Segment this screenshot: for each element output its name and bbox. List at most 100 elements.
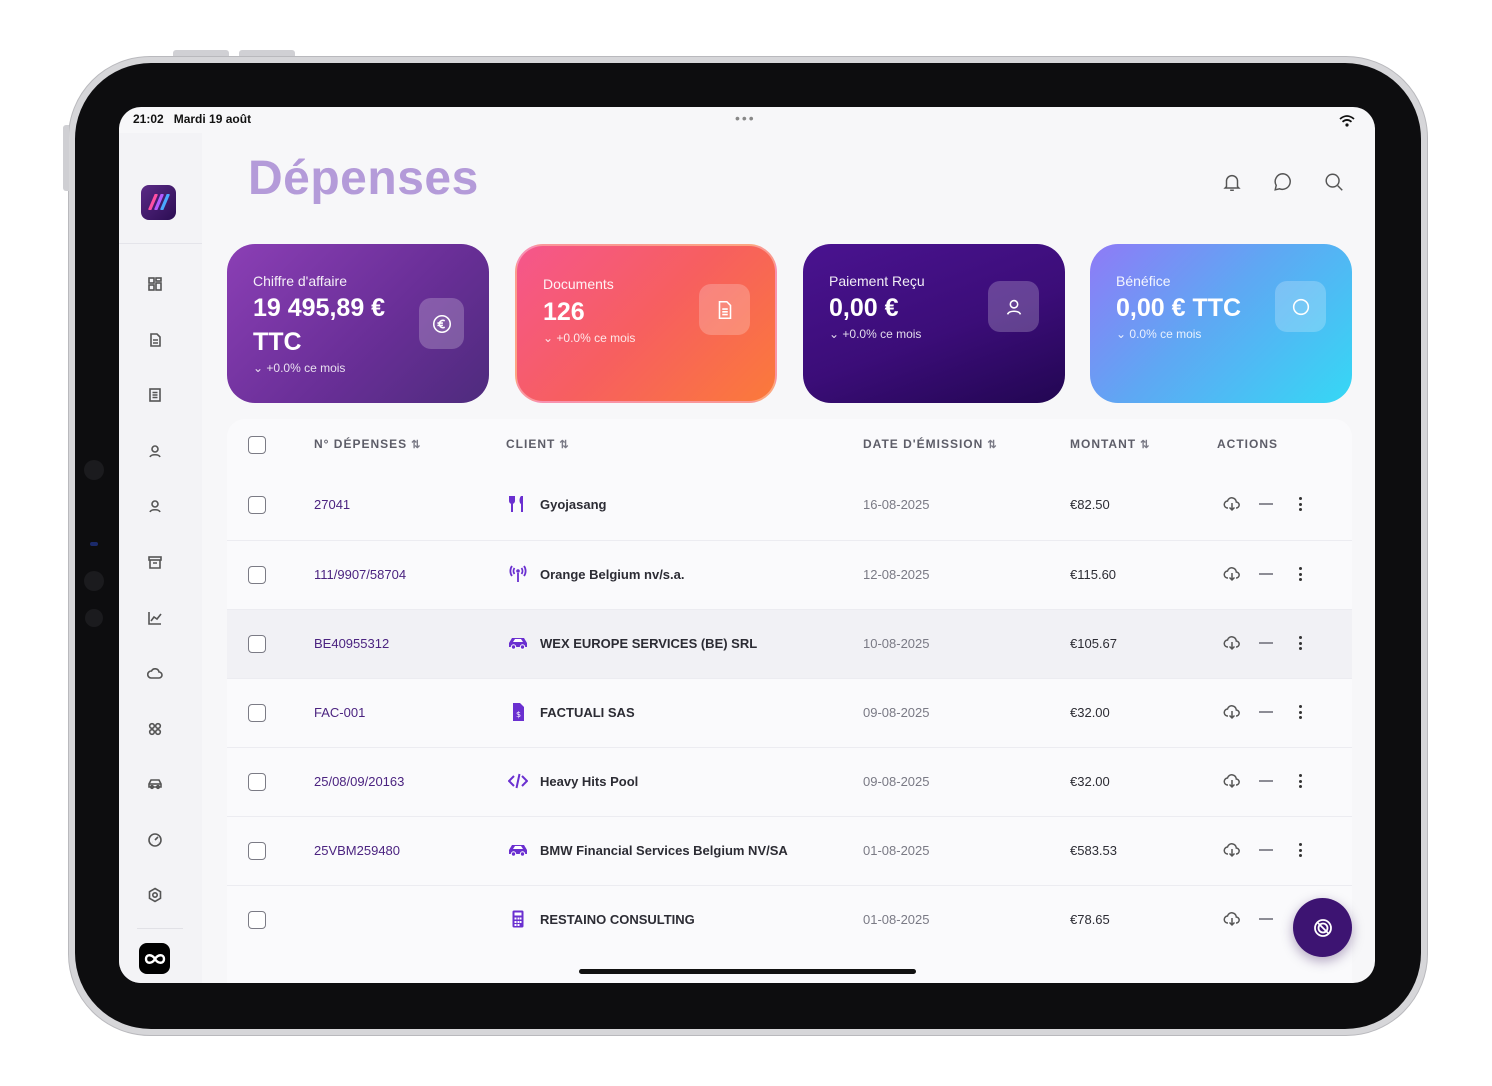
download-button[interactable] — [1223, 910, 1241, 928]
row-checkbox[interactable] — [248, 911, 266, 929]
table-row[interactable]: RESTAINO CONSULTING 01-08-2025 €78.65 — [227, 885, 1352, 954]
chat-icon — [1274, 173, 1291, 191]
home-indicator[interactable] — [579, 969, 916, 974]
table-row[interactable]: BE40955312 WEX EUROPE SERVICES (BE) SRL … — [227, 609, 1352, 678]
fab-button[interactable] — [1293, 898, 1352, 957]
archive-icon — [148, 556, 162, 569]
nav-list[interactable] — [145, 385, 165, 405]
column-header-actions: ACTIONS — [1217, 437, 1278, 451]
download-button[interactable] — [1223, 634, 1241, 652]
table-row[interactable]: 27041 Gyojasang 16-08-2025 €82.50 — [227, 471, 1352, 540]
nav-archive[interactable] — [145, 552, 165, 572]
calculator-icon — [507, 909, 529, 929]
expense-number[interactable]: 111/9907/58704 — [314, 567, 406, 582]
more-options-button[interactable] — [1295, 634, 1305, 652]
sidebar-divider — [119, 243, 202, 244]
status-dash — [1259, 573, 1273, 575]
more-options-button[interactable] — [1295, 703, 1305, 721]
chart-icon — [148, 612, 162, 625]
nav-performance[interactable] — [145, 830, 165, 850]
download-button[interactable] — [1223, 565, 1241, 583]
more-options-button[interactable] — [1295, 495, 1305, 513]
download-button[interactable] — [1223, 703, 1241, 721]
speed-icon — [148, 833, 162, 847]
row-checkbox[interactable] — [248, 773, 266, 791]
card-value: 0,00 € — [829, 294, 899, 322]
invoice-icon: $ — [507, 702, 529, 722]
code-icon — [507, 771, 529, 791]
multitask-dots[interactable]: ••• — [735, 110, 756, 126]
infinity-button[interactable] — [139, 943, 170, 974]
settings-icon — [148, 887, 162, 903]
amount: €583.53 — [1070, 843, 1117, 858]
page-title: Dépenses — [248, 152, 479, 205]
client-name: Gyojasang — [540, 497, 607, 512]
sidebar-divider — [137, 928, 183, 929]
client-name: Orange Belgium nv/s.a. — [540, 567, 685, 582]
nav-settings[interactable] — [145, 885, 165, 905]
sort-icon[interactable]: ⇅ — [559, 439, 569, 451]
app-logo[interactable] — [141, 185, 176, 220]
cloud-download-icon — [1223, 497, 1240, 512]
card-value: 19 495,89 € — [253, 294, 386, 322]
fingerprint-icon — [1313, 918, 1332, 937]
sort-icon[interactable]: ⇅ — [987, 439, 997, 451]
nav-suppliers[interactable] — [145, 496, 165, 516]
nav-apps[interactable] — [145, 719, 165, 739]
expense-number[interactable]: BE40955312 — [314, 636, 389, 651]
expense-number[interactable]: FAC-001 — [314, 705, 365, 720]
nav-reports[interactable] — [145, 608, 165, 628]
card-value: 126 — [543, 298, 585, 326]
status-dash — [1259, 780, 1273, 782]
row-checkbox[interactable] — [248, 496, 266, 514]
expense-number[interactable]: 25VBM259480 — [314, 843, 400, 858]
card-label: Bénéfice — [1116, 273, 1171, 289]
column-header-date[interactable]: DATE D'ÉMISSION ⇅ — [863, 437, 998, 451]
row-checkbox[interactable] — [248, 635, 266, 653]
nav-documents[interactable] — [145, 330, 165, 350]
user-alt-icon — [149, 500, 161, 513]
table-row[interactable]: FAC-001 $ FACTUALI SAS 09-08-2025 €32.00 — [227, 678, 1352, 747]
nav-cloud[interactable] — [145, 663, 165, 683]
app-screen: 21:02 Mardi 19 août ••• Dépenses Chiffre… — [119, 107, 1375, 983]
column-header-number[interactable]: N° DÉPENSES ⇅ — [314, 437, 421, 451]
card-trend: ⌄ +0.0% ce mois — [829, 327, 922, 341]
more-options-button[interactable] — [1295, 772, 1305, 790]
sort-icon[interactable]: ⇅ — [411, 439, 421, 451]
client-name: RESTAINO CONSULTING — [540, 912, 695, 927]
table-row[interactable]: 25/08/09/20163 Heavy Hits Pool 09-08-202… — [227, 747, 1352, 816]
messages-button[interactable] — [1271, 170, 1295, 194]
row-checkbox[interactable] — [248, 842, 266, 860]
download-button[interactable] — [1223, 841, 1241, 859]
nav-dashboard[interactable] — [145, 274, 165, 294]
select-all-checkbox[interactable] — [248, 436, 266, 454]
more-options-button[interactable] — [1295, 841, 1305, 859]
card-revenue[interactable]: Chiffre d'affaire 19 495,89 € TTC ⌄ +0.0… — [227, 244, 489, 403]
car-icon — [148, 779, 162, 790]
table-row[interactable]: 111/9907/58704 Orange Belgium nv/s.a. 12… — [227, 540, 1352, 609]
column-header-amount[interactable]: MONTANT ⇅ — [1070, 437, 1150, 451]
notifications-button[interactable] — [1220, 170, 1244, 194]
dashboard-icon — [148, 277, 162, 291]
nav-vehicles[interactable] — [145, 774, 165, 794]
column-header-client[interactable]: CLIENT ⇅ — [506, 437, 570, 451]
status-dash — [1259, 642, 1273, 644]
apps-icon — [148, 722, 162, 736]
card-payment[interactable]: Paiement Reçu 0,00 € ⌄ +0.0% ce mois — [803, 244, 1065, 403]
search-button[interactable] — [1322, 170, 1346, 194]
card-documents[interactable]: Documents 126 ⌄ +0.0% ce mois — [515, 244, 777, 403]
table-row[interactable]: 25VBM259480 BMW Financial Services Belgi… — [227, 816, 1352, 885]
status-dash — [1259, 711, 1273, 713]
more-options-button[interactable] — [1295, 565, 1305, 583]
card-trend: ⌄ 0.0% ce mois — [1116, 327, 1202, 341]
download-button[interactable] — [1223, 772, 1241, 790]
sort-icon[interactable]: ⇅ — [1140, 439, 1150, 451]
expense-number[interactable]: 25/08/09/20163 — [314, 774, 404, 789]
expense-number[interactable]: 27041 — [314, 497, 350, 512]
row-checkbox[interactable] — [248, 566, 266, 584]
download-button[interactable] — [1223, 495, 1241, 513]
euro-icon — [432, 314, 451, 333]
card-profit[interactable]: Bénéfice 0,00 € TTC ⌄ 0.0% ce mois — [1090, 244, 1352, 403]
row-checkbox[interactable] — [248, 704, 266, 722]
nav-clients[interactable] — [145, 441, 165, 461]
